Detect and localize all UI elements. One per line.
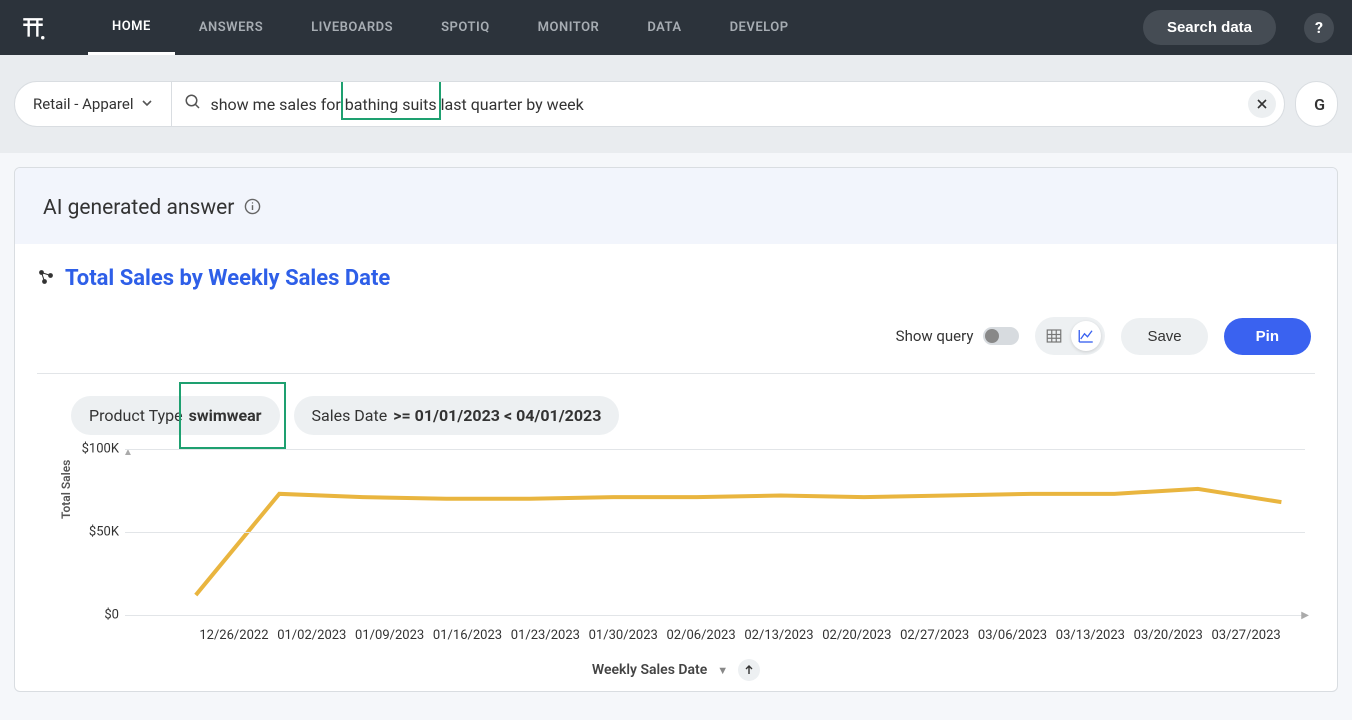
chevron-down-icon[interactable]: ▼ xyxy=(717,664,728,677)
x-axis-label-row: Weekly Sales Date ▼ xyxy=(37,659,1315,681)
answer-header-title: AI generated answer xyxy=(43,196,234,220)
show-query-toggle[interactable]: Show query xyxy=(896,327,1020,345)
nav-item-develop[interactable]: DEVELOP xyxy=(706,0,813,55)
x-tick: 02/06/2023 xyxy=(662,628,740,643)
chart-area: Total Sales $0$50K$100K ▲ ▶ 12/26/202201… xyxy=(69,449,1305,649)
save-button[interactable]: Save xyxy=(1121,318,1207,355)
x-tick: 02/27/2023 xyxy=(896,628,974,643)
data-source-label: Retail - Apparel xyxy=(33,95,133,113)
answer-panel: AI generated answer Total Sales by Weekl… xyxy=(14,167,1338,692)
pin-button[interactable]: Pin xyxy=(1224,318,1311,355)
search-data-button[interactable]: Search data xyxy=(1143,10,1276,45)
help-button[interactable]: ? xyxy=(1304,13,1334,43)
top-nav: HOMEANSWERSLIVEBOARDSSPOTIQMONITORDATADE… xyxy=(0,0,1352,55)
clear-search-button[interactable] xyxy=(1248,90,1276,118)
nav-item-answers[interactable]: ANSWERS xyxy=(175,0,287,55)
table-view-button[interactable] xyxy=(1039,321,1069,351)
line-series[interactable] xyxy=(196,489,1282,595)
nav-items: HOMEANSWERSLIVEBOARDSSPOTIQMONITORDATADE… xyxy=(88,0,813,55)
x-tick: 03/27/2023 xyxy=(1207,628,1285,643)
search-bar-area: Retail - Apparel show me sales for bathi… xyxy=(0,55,1352,153)
answer-header: AI generated answer xyxy=(15,168,1337,244)
x-tick: 01/16/2023 xyxy=(429,628,507,643)
axis-arrow-right-icon: ▶ xyxy=(1301,610,1309,621)
logo xyxy=(18,13,48,43)
filter-chip-product-type[interactable]: Product Type swimwear xyxy=(71,396,280,435)
view-switch xyxy=(1035,317,1105,355)
x-tick: 01/09/2023 xyxy=(351,628,429,643)
filter-chip-value: swimwear xyxy=(189,406,262,425)
nav-item-spotiq[interactable]: SPOTIQ xyxy=(417,0,514,55)
x-tick: 02/13/2023 xyxy=(740,628,818,643)
search-pill: Retail - Apparel show me sales for bathi… xyxy=(14,81,1285,127)
x-tick: 01/02/2023 xyxy=(273,628,351,643)
search-input[interactable]: show me sales for bathing suits last qua… xyxy=(172,82,1248,126)
show-query-label: Show query xyxy=(896,327,974,345)
search-query-text: show me sales for bathing suits last qua… xyxy=(202,95,583,114)
data-source-selector[interactable]: Retail - Apparel xyxy=(15,82,172,126)
search-icon xyxy=(184,93,202,115)
info-icon[interactable] xyxy=(244,198,261,219)
x-tick: 03/20/2023 xyxy=(1129,628,1207,643)
x-tick: 12/26/2022 xyxy=(195,628,273,643)
chevron-down-icon xyxy=(141,95,153,113)
filter-chip-value: >= 01/01/2023 < 04/01/2023 xyxy=(393,406,601,425)
toggle-switch[interactable] xyxy=(983,327,1019,345)
filter-row: Product Type swimwear Sales Date >= 01/0… xyxy=(37,374,1315,443)
y-axis-ticks: $0$50K$100K xyxy=(69,449,125,615)
chart-title-row: Total Sales by Weekly Sales Date xyxy=(37,266,1315,291)
nav-item-monitor[interactable]: MONITOR xyxy=(514,0,624,55)
x-tick: 01/23/2023 xyxy=(506,628,584,643)
gridline xyxy=(125,449,1305,450)
filter-chip-label: Product Type xyxy=(89,406,183,425)
chart-title[interactable]: Total Sales by Weekly Sales Date xyxy=(65,266,390,291)
chart-type-icon xyxy=(37,268,55,290)
x-axis-label: Weekly Sales Date xyxy=(592,662,707,678)
nav-item-home[interactable]: HOME xyxy=(88,0,175,55)
chart-toolbar: Show query Save Pin xyxy=(37,317,1315,374)
x-axis-ticks: 12/26/202201/02/202301/09/202301/16/2023… xyxy=(125,628,1305,643)
y-tick: $100K xyxy=(82,442,119,457)
gridline xyxy=(125,615,1305,616)
x-tick: 03/13/2023 xyxy=(1051,628,1129,643)
nav-item-data[interactable]: DATA xyxy=(623,0,705,55)
x-tick: 02/20/2023 xyxy=(818,628,896,643)
y-tick: $50K xyxy=(89,525,119,540)
chart-plot[interactable] xyxy=(125,449,1305,615)
x-tick: 01/30/2023 xyxy=(584,628,662,643)
answer-body: Total Sales by Weekly Sales Date Show qu… xyxy=(15,244,1337,691)
chart-view-button[interactable] xyxy=(1071,321,1101,351)
y-tick: $0 xyxy=(104,608,119,623)
x-tick: 03/06/2023 xyxy=(974,628,1052,643)
filter-chip-label: Sales Date xyxy=(312,406,388,425)
nav-item-liveboards[interactable]: LIVEBOARDS xyxy=(287,0,417,55)
sort-direction-button[interactable] xyxy=(738,659,760,681)
filter-chip-sales-date[interactable]: Sales Date >= 01/01/2023 < 04/01/2023 xyxy=(294,396,620,435)
gridline xyxy=(125,532,1305,533)
go-button[interactable]: G xyxy=(1295,81,1338,127)
